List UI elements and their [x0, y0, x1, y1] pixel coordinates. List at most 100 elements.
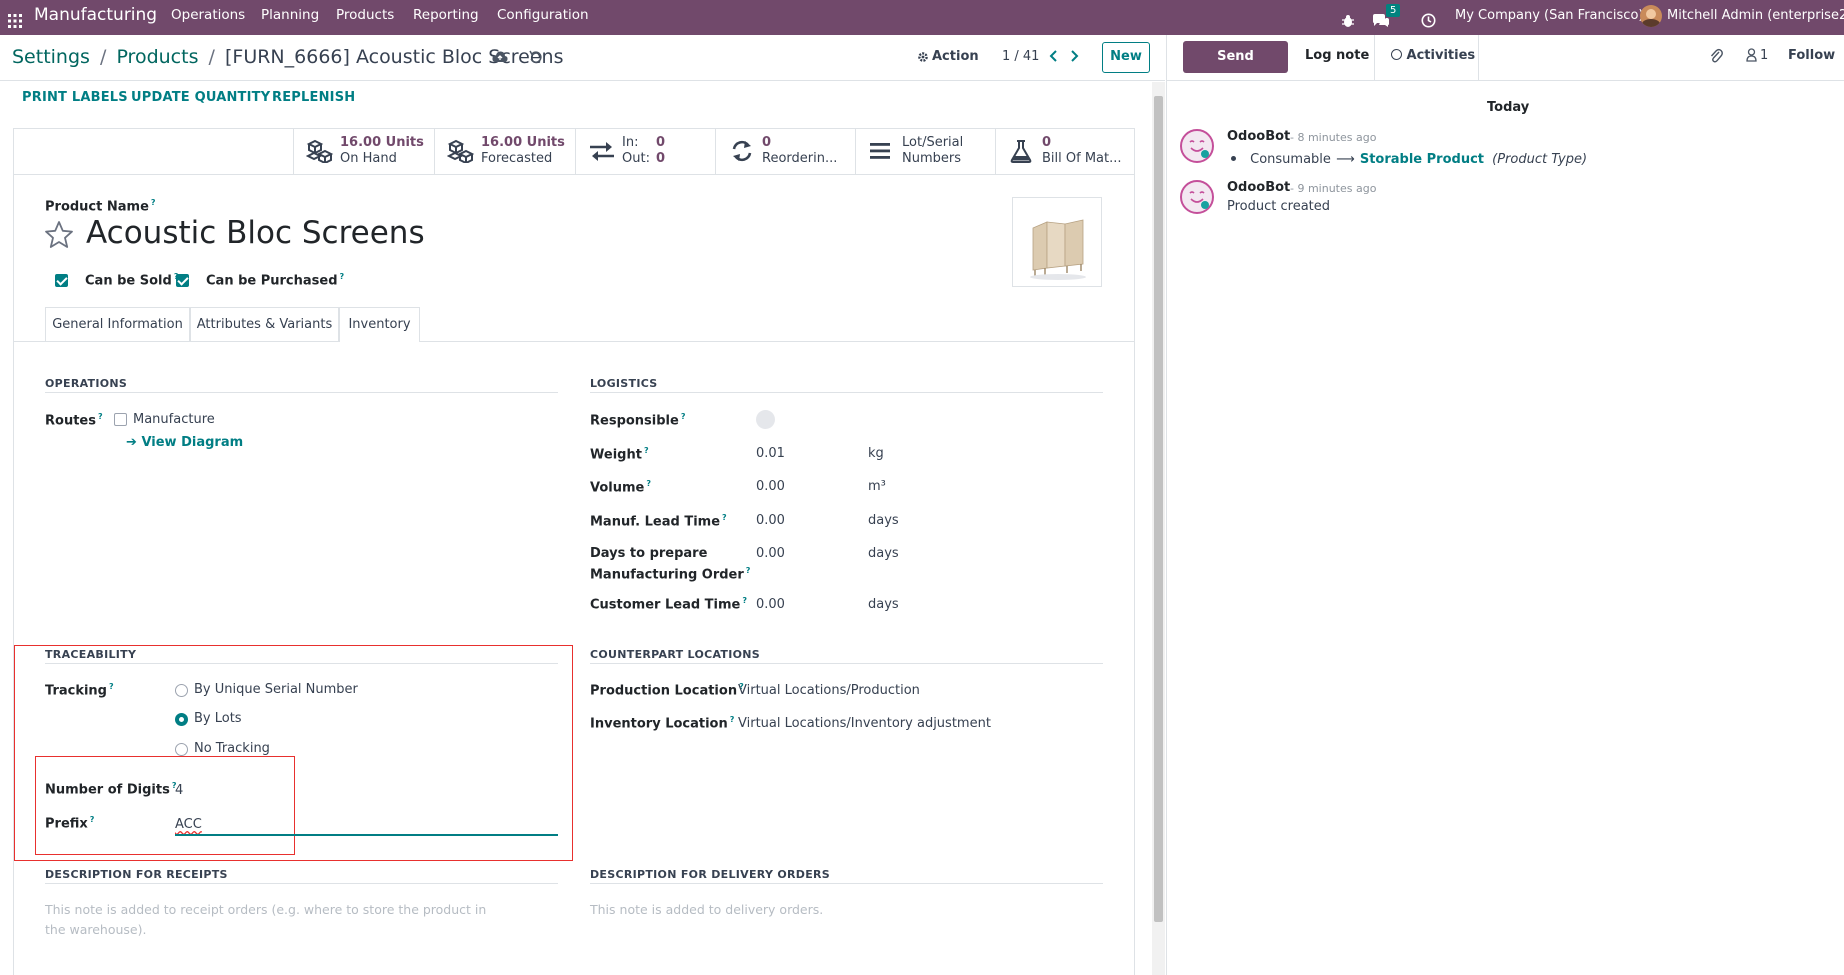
days-to-prepare-label-line1: Days to prepare: [590, 546, 708, 561]
tab-attributes-variants[interactable]: Attributes & Variants: [190, 307, 339, 341]
volume-label: Volume?: [590, 479, 651, 496]
app-name[interactable]: Manufacturing: [34, 0, 157, 35]
in-out-stat-button[interactable]: In: 0 Out: 0: [575, 129, 715, 174]
receipts-description-input[interactable]: This note is added to receipt orders (e.…: [45, 900, 495, 940]
pager-next-icon[interactable]: [1068, 49, 1080, 63]
send-message-button[interactable]: Send message: [1183, 41, 1288, 96]
save-cloud-icon[interactable]: [492, 50, 508, 64]
pager-value[interactable]: 1 / 41: [1002, 49, 1039, 64]
help-tooltip-icon[interactable]: ?: [644, 446, 649, 455]
forecasted-label: Forecasted: [481, 151, 553, 166]
delivery-description-input[interactable]: This note is added to delivery orders.: [590, 900, 1040, 920]
discard-undo-icon[interactable]: [529, 50, 543, 64]
number-of-digits-input[interactable]: 4: [175, 783, 183, 798]
breadcrumb-products[interactable]: Products: [116, 46, 198, 68]
prefix-input[interactable]: ACC: [175, 817, 202, 832]
view-diagram-link[interactable]: ➔ View Diagram: [126, 435, 243, 450]
help-tooltip-icon[interactable]: ?: [151, 198, 156, 207]
help-tooltip-icon[interactable]: ?: [340, 272, 345, 281]
responsible-avatar[interactable]: [756, 410, 775, 429]
bom-label: Bill Of Mat...: [1042, 151, 1122, 166]
help-tooltip-icon[interactable]: ?: [730, 715, 735, 724]
incoming-value: 0: [656, 135, 666, 150]
help-tooltip-icon[interactable]: ?: [722, 513, 727, 522]
user-menu[interactable]: Mitchell Admin (enterprise2): [1667, 0, 1844, 35]
help-tooltip-icon[interactable]: ?: [646, 479, 651, 488]
old-value: Consumable: [1250, 152, 1331, 167]
days-to-prepare-input[interactable]: 0.00: [756, 546, 785, 561]
followers-user-icon[interactable]: [1746, 48, 1757, 62]
chatter-header-divider: [1167, 80, 1844, 81]
favorite-star-icon[interactable]: [44, 220, 74, 250]
help-tooltip-icon[interactable]: ?: [98, 412, 103, 421]
menu-reporting[interactable]: Reporting: [413, 0, 479, 35]
control-panel-divider: [0, 80, 1165, 81]
reordering-rules-stat-button[interactable]: 0 Reorderin...: [715, 129, 855, 174]
manuf-lead-time-input[interactable]: 0.00: [756, 513, 785, 528]
help-tooltip-icon[interactable]: ?: [90, 815, 95, 824]
pager-previous-icon[interactable]: [1048, 49, 1060, 63]
product-image[interactable]: [1012, 197, 1102, 287]
lot-serial-stat-button[interactable]: Lot/Serial Numbers: [855, 129, 995, 174]
field-name: (Product Type): [1492, 152, 1588, 167]
lot-serial-label-2: Numbers: [902, 151, 961, 166]
print-labels-button[interactable]: PRINT LABELS: [22, 90, 128, 105]
tracking-none-radio[interactable]: [175, 743, 188, 756]
weight-input[interactable]: 0.01: [756, 446, 785, 461]
manufacture-route-checkbox[interactable]: [114, 413, 127, 426]
inventory-location-field[interactable]: Virtual Locations/Inventory adjustment: [738, 716, 991, 731]
new-record-button[interactable]: New: [1102, 42, 1150, 73]
apps-menu-icon[interactable]: [8, 9, 22, 28]
can-be-sold-checkbox[interactable]: [55, 274, 68, 287]
company-switcher[interactable]: My Company (San Francisco): [1455, 0, 1643, 35]
section-divider: [590, 883, 1103, 884]
tab-general-information[interactable]: General Information: [45, 307, 190, 341]
product-name-field[interactable]: Acoustic Bloc Screens: [86, 215, 425, 251]
tracking-lots-radio[interactable]: [175, 713, 188, 726]
top-navbar: Manufacturing Operations Planning Produc…: [0, 0, 1844, 35]
breadcrumb-separator: /: [99, 46, 107, 68]
message-author[interactable]: OdooBot: [1227, 180, 1290, 195]
action-gear-icon[interactable]: [917, 51, 929, 63]
can-be-purchased-checkbox[interactable]: [176, 274, 189, 287]
tab-inventory[interactable]: Inventory: [339, 307, 420, 342]
activities-button[interactable]: Activities: [1391, 48, 1475, 63]
cubes-icon: [305, 139, 334, 165]
message-author[interactable]: OdooBot: [1227, 129, 1290, 144]
bullet: [1231, 156, 1236, 161]
help-tooltip-icon[interactable]: ?: [746, 566, 751, 575]
manufacture-route-label: Manufacture: [133, 412, 215, 427]
menu-configuration[interactable]: Configuration: [497, 0, 589, 35]
user-avatar[interactable]: [1640, 5, 1662, 27]
followers-count[interactable]: 1: [1760, 48, 1768, 63]
arrow-right-icon: ➔: [126, 435, 137, 450]
menu-planning[interactable]: Planning: [261, 0, 319, 35]
activity-clock-icon[interactable]: [1421, 9, 1436, 28]
production-location-field[interactable]: Virtual Locations/Production: [738, 683, 920, 698]
bill-of-materials-stat-button[interactable]: 0 Bill Of Mat...: [995, 129, 1135, 174]
volume-input[interactable]: 0.00: [756, 479, 785, 494]
update-quantity-button[interactable]: UPDATE QUANTITY: [131, 90, 270, 105]
forecasted-value: 16.00 Units: [481, 135, 565, 150]
scrollbar-thumb[interactable]: [1154, 96, 1163, 922]
responsible-label: Responsible?: [590, 412, 686, 429]
customer-lead-time-input[interactable]: 0.00: [756, 597, 785, 612]
on-hand-stat-button[interactable]: 16.00 Units On Hand: [293, 129, 434, 174]
follow-button[interactable]: Follow: [1788, 48, 1835, 63]
forecasted-stat-button[interactable]: 16.00 Units Forecasted: [434, 129, 575, 174]
help-tooltip-icon[interactable]: ?: [742, 596, 747, 605]
help-tooltip-icon[interactable]: ?: [681, 412, 686, 421]
refresh-icon: [728, 139, 756, 163]
tracking-serial-radio[interactable]: [175, 684, 188, 697]
debug-bug-icon[interactable]: [1341, 9, 1355, 27]
help-tooltip-icon[interactable]: ?: [109, 682, 114, 691]
attachment-paperclip-icon[interactable]: [1709, 48, 1723, 64]
log-note-button[interactable]: Log note: [1305, 48, 1369, 63]
can-be-sold-label: Can be Sold?: [85, 272, 178, 288]
action-menu-button[interactable]: Action: [932, 49, 979, 64]
production-location-label: Production Location?: [590, 682, 744, 699]
menu-operations[interactable]: Operations: [171, 0, 245, 35]
replenish-button[interactable]: REPLENISH: [272, 90, 355, 105]
breadcrumb-settings[interactable]: Settings: [12, 46, 90, 68]
menu-products[interactable]: Products: [336, 0, 394, 35]
